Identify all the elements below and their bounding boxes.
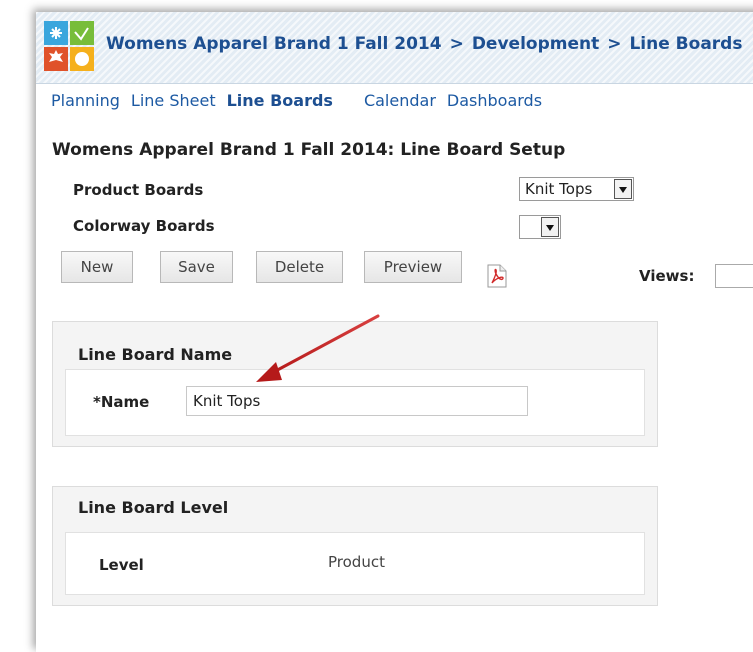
nav-item-line-boards[interactable]: Line Boards <box>227 91 333 110</box>
new-button[interactable]: New <box>61 251 133 283</box>
views-select[interactable] <box>715 264 753 288</box>
product-boards-label: Product Boards <box>73 181 204 199</box>
nav-item-dashboards[interactable]: Dashboards <box>447 91 542 110</box>
annotation-arrow-icon <box>256 314 380 382</box>
views-label: Views: <box>639 267 695 285</box>
content-area: Planning Line Sheet Line Boards Calendar Das… <box>36 12 753 630</box>
name-field-label: *Name <box>93 393 150 411</box>
page-title: Womens Apparel Brand 1 Fall 2014: Line B… <box>52 140 566 160</box>
top-nav: Planning Line Sheet Line Boards Calendar Das… <box>51 91 553 110</box>
colorway-boards-label: Colorway Boards <box>73 217 215 235</box>
level-value: Product <box>328 553 385 571</box>
level-label: Level <box>99 556 144 574</box>
delete-button[interactable]: Delete <box>256 251 343 283</box>
product-boards-value: Knit Tops <box>525 180 593 198</box>
pdf-icon[interactable] <box>486 264 508 288</box>
nav-item-line-sheet[interactable]: Line Sheet <box>131 91 216 110</box>
nav-item-calendar[interactable]: Calendar <box>364 91 436 110</box>
line-board-level-heading: Line Board Level <box>78 498 229 517</box>
dropdown-arrow-icon[interactable] <box>541 217 559 237</box>
save-button[interactable]: Save <box>160 251 233 283</box>
product-boards-select[interactable]: Knit Tops <box>519 177 634 201</box>
colorway-boards-select[interactable] <box>519 215 561 239</box>
nav-item-planning[interactable]: Planning <box>51 91 120 110</box>
line-board-name-heading: Line Board Name <box>78 345 233 364</box>
preview-button[interactable]: Preview <box>364 251 462 283</box>
dropdown-arrow-icon[interactable] <box>614 179 632 199</box>
line-board-level-panel: Line Board Level <box>52 486 658 606</box>
